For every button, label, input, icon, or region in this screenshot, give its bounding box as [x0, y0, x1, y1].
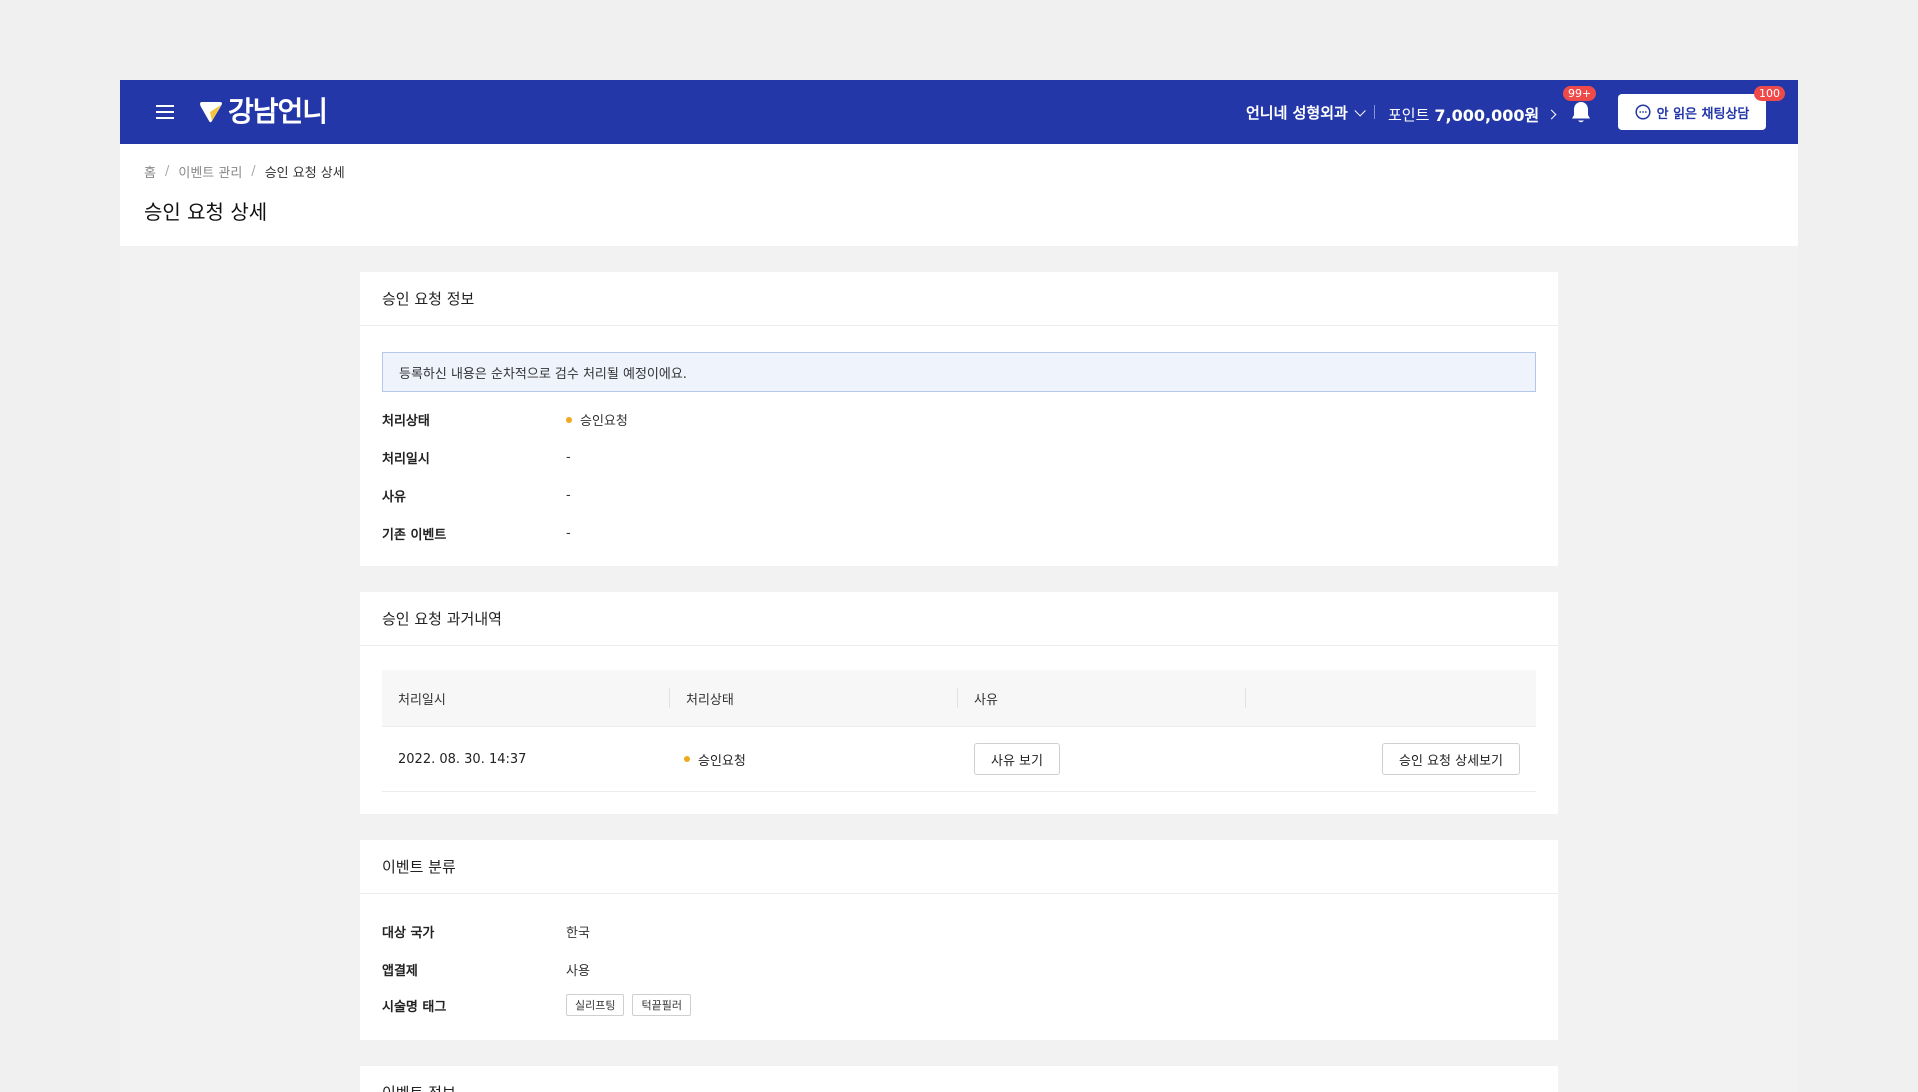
top-navigation-bar: 강남언니 언니네 성형외과 포인트 7,000,000원 99+ 안 읽은 채팅…	[120, 80, 1798, 144]
target-country-row: 대상 국가 한국	[382, 922, 590, 941]
existing-event-row: 기존 이벤트 -	[382, 524, 571, 543]
column-header-actions	[1246, 670, 1536, 726]
status-badge: 승인요청	[566, 410, 628, 429]
chat-button-label: 안 읽은 채팅상담	[1656, 106, 1750, 122]
notification-badge: 99+	[1563, 86, 1597, 101]
chevron-down-icon	[1354, 104, 1366, 117]
hospital-name: 언니네 성형외과	[1246, 104, 1348, 122]
view-reason-button[interactable]: 사유 보기	[974, 743, 1060, 775]
breadcrumb: 홈 / 이벤트 관리 / 승인 요청 상세	[144, 162, 345, 181]
field-label: 처리일시	[382, 452, 430, 467]
header-divider	[1374, 105, 1375, 119]
hamburger-menu-icon[interactable]	[156, 104, 174, 120]
cell-status: 승인요청	[670, 726, 958, 792]
procedure-tag: 턱끝필러	[632, 994, 691, 1016]
chevron-right-icon	[1546, 109, 1557, 119]
page-header: 홈 / 이벤트 관리 / 승인 요청 상세 승인 요청 상세	[120, 144, 1798, 246]
info-notice: 등록하신 내용은 순차적으로 검수 처리될 예정이에요.	[382, 352, 1536, 392]
points-value: 7,000,000원	[1434, 106, 1540, 125]
field-value: -	[566, 526, 571, 541]
chat-bubble-icon	[1635, 104, 1651, 120]
approval-info-card: 승인 요청 정보 등록하신 내용은 순차적으로 검수 처리될 예정이에요. 처리…	[360, 272, 1558, 566]
status-text: 승인요청	[698, 753, 746, 769]
field-value: 사용	[566, 964, 590, 979]
card-title: 승인 요청 정보	[360, 272, 1558, 326]
app-window: 강남언니 언니네 성형외과 포인트 7,000,000원 99+ 안 읽은 채팅…	[120, 80, 1798, 1092]
table-row: 2022. 08. 30. 14:37 승인요청 사유 보기 승인 요청 상세보…	[382, 726, 1536, 792]
bell-icon[interactable]	[1569, 100, 1593, 126]
hospital-selector[interactable]: 언니네 성형외과	[1246, 102, 1366, 123]
approval-history-card: 승인 요청 과거내역 처리일시 처리상태 사유 2022. 08. 30. 14…	[360, 592, 1558, 814]
event-category-card: 이벤트 분류 대상 국가 한국 앱결제 사용 시술명 태그 실리프팅 턱끝필러	[360, 840, 1558, 1040]
field-label: 앱결제	[382, 964, 418, 979]
tag-list: 실리프팅 턱끝필러	[566, 994, 699, 1016]
reason-row: 사유 -	[382, 486, 571, 505]
field-value: -	[566, 450, 571, 465]
breadcrumb-event-management[interactable]: 이벤트 관리	[178, 162, 242, 181]
logo[interactable]: 강남언니	[198, 95, 328, 128]
field-value: -	[566, 488, 571, 503]
processed-at-row: 처리일시 -	[382, 448, 571, 467]
card-title: 이벤트 분류	[360, 840, 1558, 894]
field-value: 한국	[566, 926, 590, 941]
procedure-tag: 실리프팅	[566, 994, 625, 1016]
breadcrumb-separator: /	[251, 164, 256, 179]
points-label: 포인트	[1388, 105, 1430, 124]
cell-reason: 사유 보기	[958, 726, 1246, 792]
cell-actions: 승인 요청 상세보기	[1246, 726, 1536, 792]
breadcrumb-current: 승인 요청 상세	[264, 166, 345, 181]
column-header-status: 처리상태	[670, 670, 958, 726]
page-title: 승인 요청 상세	[144, 200, 268, 224]
status-dot-icon	[684, 756, 690, 762]
status-row: 처리상태 승인요청	[382, 410, 628, 429]
field-label: 사유	[382, 490, 406, 505]
logo-mark-icon	[200, 102, 222, 123]
points-link[interactable]: 포인트 7,000,000원	[1388, 102, 1557, 126]
history-table: 처리일시 처리상태 사유 2022. 08. 30. 14:37 승인요청 사유…	[382, 670, 1536, 792]
chat-badge: 100	[1754, 86, 1785, 101]
procedure-tags-row: 시술명 태그 실리프팅 턱끝필러	[382, 994, 699, 1016]
field-label: 처리상태	[382, 414, 430, 429]
field-label: 시술명 태그	[382, 999, 447, 1015]
column-header-processed-at: 처리일시	[382, 670, 670, 726]
view-request-detail-button[interactable]: 승인 요청 상세보기	[1382, 743, 1520, 775]
status-text: 승인요청	[580, 414, 628, 429]
breadcrumb-home[interactable]: 홈	[144, 162, 156, 181]
unread-chat-button[interactable]: 안 읽은 채팅상담	[1618, 94, 1766, 130]
logo-text: 강남언니	[228, 95, 328, 128]
event-info-card: 이벤트 정보	[360, 1066, 1558, 1092]
table-header: 처리일시 처리상태 사유	[382, 670, 1536, 726]
card-title: 이벤트 정보	[360, 1066, 1558, 1092]
field-label: 기존 이벤트	[382, 528, 447, 543]
cell-datetime: 2022. 08. 30. 14:37	[398, 751, 527, 767]
column-header-reason: 사유	[958, 670, 1246, 726]
card-title: 승인 요청 과거내역	[360, 592, 1558, 646]
breadcrumb-separator: /	[164, 164, 170, 179]
app-payment-row: 앱결제 사용	[382, 960, 590, 979]
status-dot-icon	[566, 416, 572, 423]
field-label: 대상 국가	[382, 926, 435, 941]
